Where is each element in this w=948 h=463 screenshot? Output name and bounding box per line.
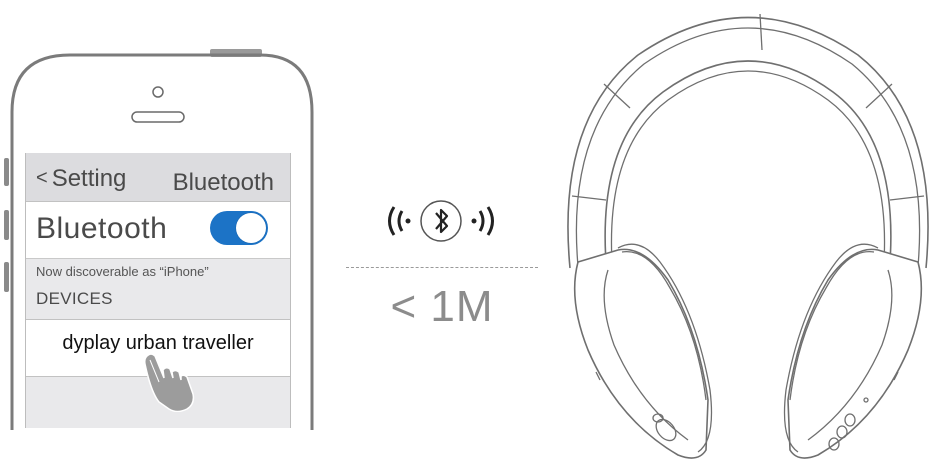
toggle-knob bbox=[236, 213, 266, 243]
back-button-label: Setting bbox=[51, 165, 127, 192]
bluetooth-icon bbox=[388, 200, 494, 242]
speaker-slot-icon bbox=[131, 111, 185, 123]
hand-pointer-icon bbox=[144, 353, 195, 412]
settings-nav-bar: < Setting Bluetooth bbox=[26, 153, 290, 202]
distance-label: < 1M bbox=[390, 282, 494, 331]
page-title: Bluetooth bbox=[172, 169, 274, 196]
headphones-illustration bbox=[567, 13, 929, 459]
pairing-diagram: < Setting Bluetooth Bluetooth Now discove… bbox=[0, 0, 948, 463]
bluetooth-label: Bluetooth bbox=[36, 212, 168, 245]
devices-section-header: DEVICES bbox=[36, 289, 113, 308]
back-button[interactable]: < Setting bbox=[36, 165, 126, 193]
bluetooth-setting-row: Bluetooth bbox=[26, 202, 290, 259]
camera-dot-icon bbox=[152, 86, 164, 98]
chevron-left-icon: < bbox=[36, 167, 48, 189]
discoverable-status: Now discoverable as “iPhone” bbox=[36, 264, 209, 279]
smartphone: < Setting Bluetooth Bluetooth Now discove… bbox=[0, 0, 330, 463]
bluetooth-toggle[interactable] bbox=[210, 211, 268, 245]
dashed-divider bbox=[346, 267, 538, 268]
